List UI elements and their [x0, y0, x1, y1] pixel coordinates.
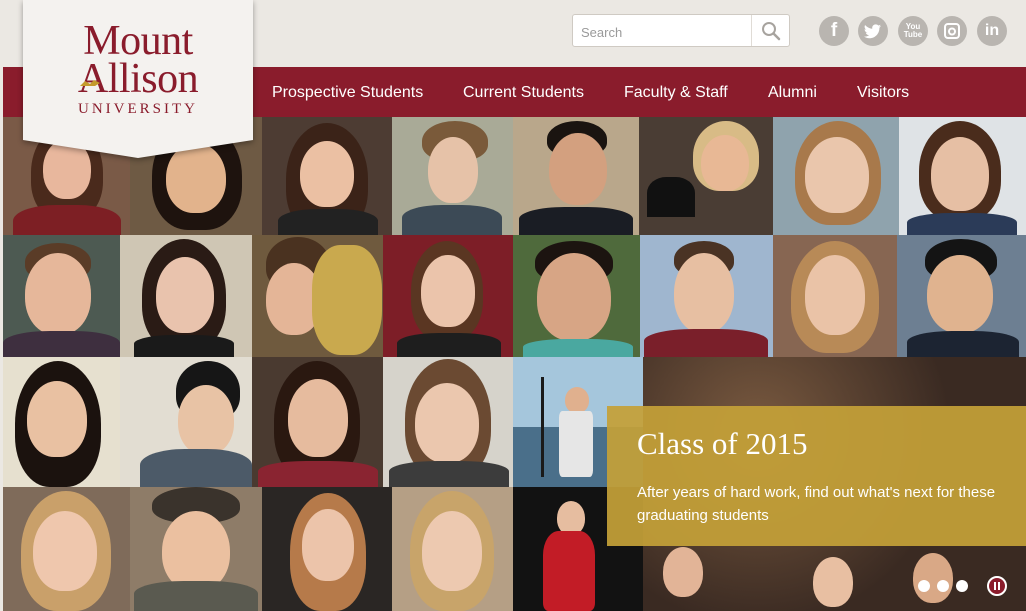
youtube-link[interactable]: You Tube	[898, 16, 928, 46]
student-photo[interactable]	[3, 357, 120, 487]
search-box	[572, 14, 790, 47]
youtube-icon: You Tube	[903, 22, 923, 39]
student-photo[interactable]	[120, 235, 252, 357]
search-input[interactable]	[579, 21, 753, 43]
student-photo[interactable]	[899, 117, 1026, 235]
nav-current-students[interactable]: Current Students	[463, 84, 584, 102]
student-photo[interactable]	[262, 117, 392, 235]
pause-button[interactable]	[987, 576, 1007, 596]
student-photo[interactable]	[392, 487, 513, 611]
search-button[interactable]	[751, 15, 789, 46]
student-photo[interactable]	[773, 235, 897, 357]
student-photo[interactable]	[773, 117, 899, 235]
facebook-icon: f	[830, 20, 838, 41]
nav-faculty-staff[interactable]: Faculty & Staff	[624, 84, 728, 102]
slider-dot-3[interactable]	[956, 580, 968, 592]
student-photo[interactable]	[392, 117, 513, 235]
feature-text: After years of hard work, find out what'…	[637, 484, 996, 524]
student-photo[interactable]	[3, 487, 130, 611]
student-photo[interactable]	[513, 117, 639, 235]
twitter-icon	[864, 23, 881, 38]
student-photo[interactable]	[252, 357, 383, 487]
nav-prospective-students[interactable]: Prospective Students	[272, 84, 423, 102]
linkedin-icon: in	[984, 22, 1000, 39]
slider-dot-2[interactable]	[937, 580, 949, 592]
instagram-icon	[944, 23, 960, 39]
pause-icon	[993, 582, 1001, 590]
student-photo[interactable]	[639, 117, 773, 235]
facebook-link[interactable]: f	[819, 16, 849, 46]
student-photo[interactable]	[897, 235, 1026, 357]
student-photo[interactable]	[252, 235, 383, 357]
twitter-link[interactable]	[858, 16, 888, 46]
student-photo[interactable]	[513, 235, 640, 357]
search-icon	[761, 21, 780, 40]
student-photo[interactable]	[383, 235, 513, 357]
nav-visitors[interactable]: Visitors	[857, 84, 909, 102]
student-photo[interactable]	[120, 357, 252, 487]
instagram-link[interactable]	[937, 16, 967, 46]
student-photo[interactable]	[3, 235, 120, 357]
nav-alumni[interactable]: Alumni	[768, 84, 817, 102]
stag-emblem-icon	[80, 80, 100, 86]
student-photo[interactable]	[262, 487, 392, 611]
student-photo[interactable]	[640, 235, 773, 357]
student-photo[interactable]	[130, 487, 262, 611]
logo-wordmark-line2: Allison	[77, 56, 199, 102]
logo-wordmark-line3: UNIVERSITY	[78, 101, 198, 117]
feature-title: Class of 2015	[637, 426, 808, 461]
feature-callout[interactable]: Class of 2015 After years of hard work, …	[607, 406, 1026, 546]
university-logo[interactable]: Mount Allison UNIVERSITY	[23, 0, 253, 158]
slider-dot-1[interactable]	[918, 580, 930, 592]
student-photo[interactable]	[383, 357, 513, 487]
linkedin-link[interactable]: in	[977, 16, 1007, 46]
